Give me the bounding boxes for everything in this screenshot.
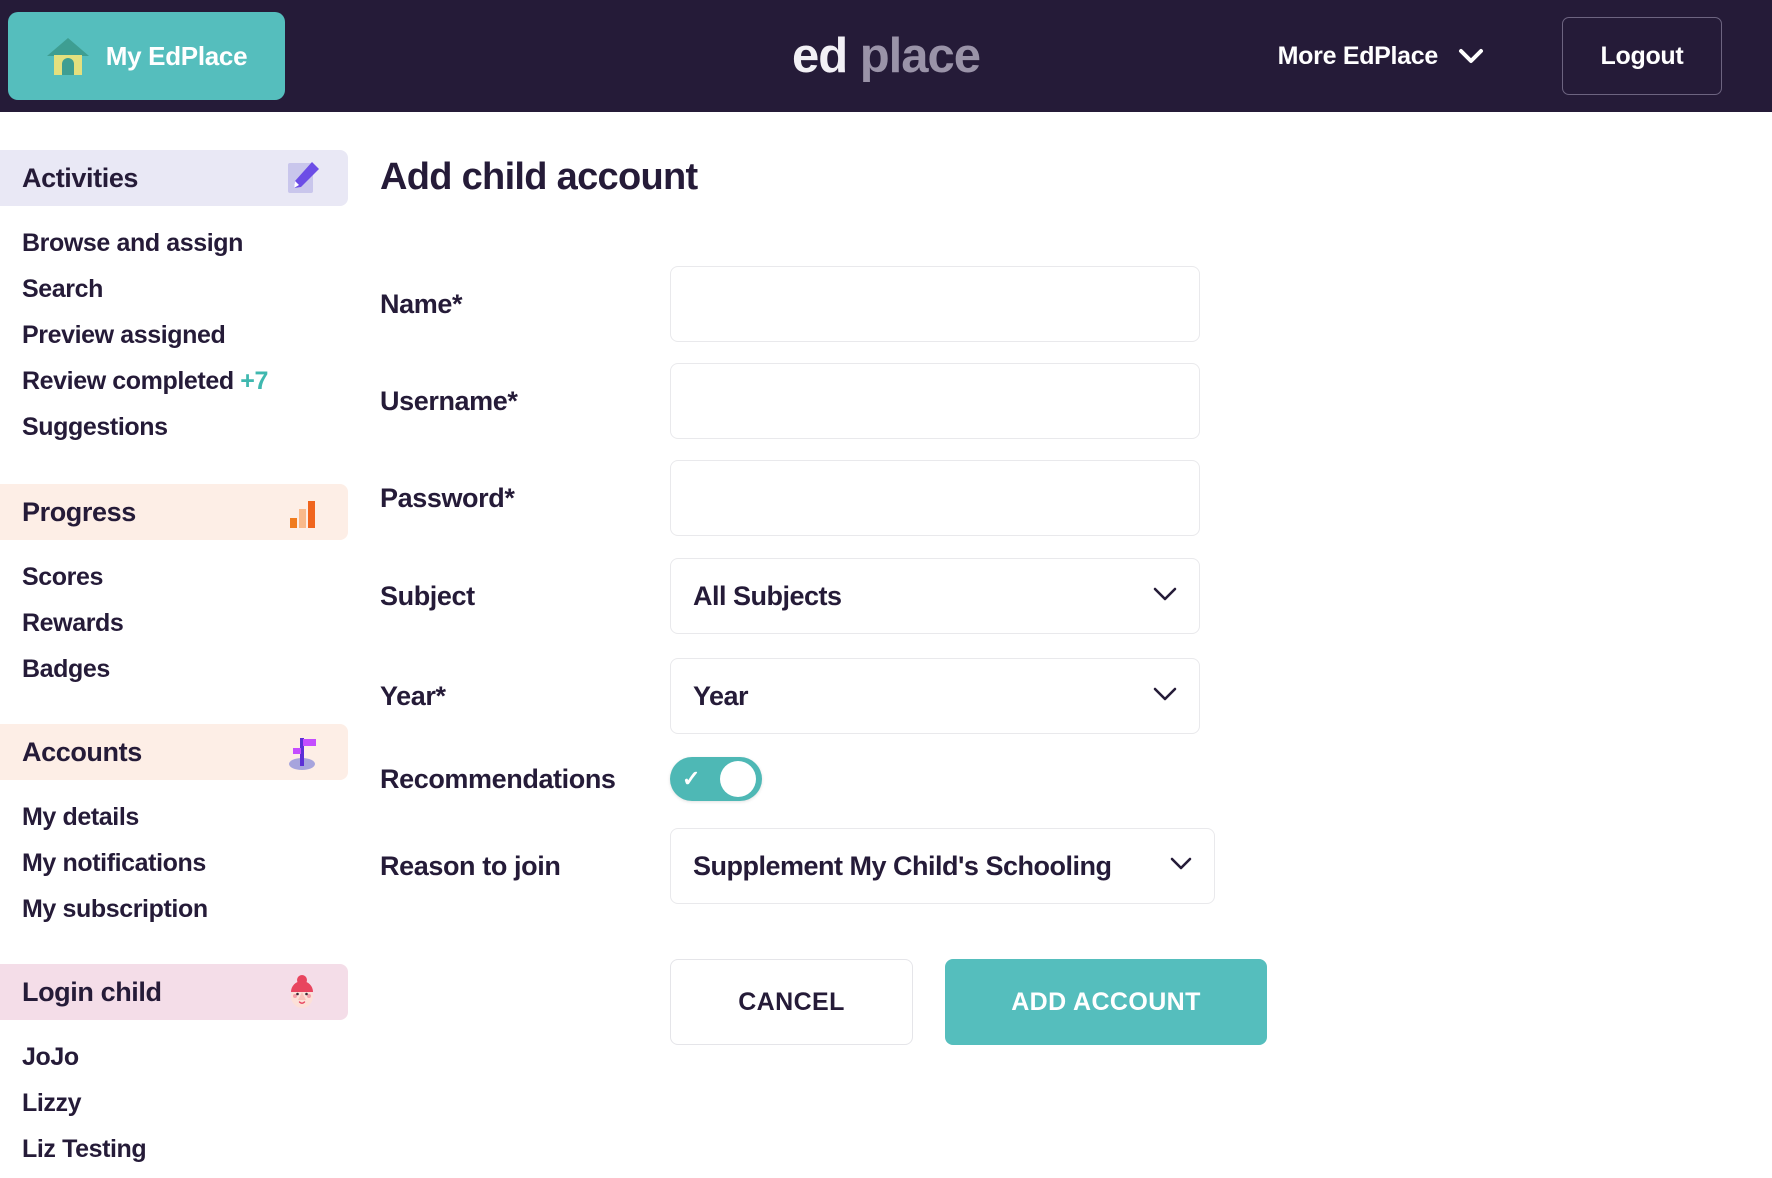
username-label: Username* (380, 385, 518, 416)
sidebar-item-label: My subscription (22, 895, 208, 923)
house-icon (46, 36, 90, 76)
sidebar-item-label: Badges (22, 655, 110, 683)
sidebar-list-activities: Browse and assign Search Preview assigne… (0, 206, 348, 450)
my-edplace-label: My EdPlace (105, 40, 248, 71)
more-edplace-menu[interactable]: More EdPlace (1278, 42, 1484, 71)
my-edplace-button[interactable]: My EdPlace (8, 12, 285, 100)
signpost-icon (282, 732, 322, 772)
subject-selected-value: All Subjects (693, 580, 842, 611)
sidebar-section-title: Accounts (22, 736, 142, 767)
child-avatar-icon (282, 972, 322, 1012)
year-label: Year* (380, 680, 446, 711)
sidebar-item-label: Review completed (22, 367, 234, 395)
sidebar-item-label: Preview assigned (22, 321, 226, 349)
page-title: Add child account (380, 156, 698, 198)
sidebar-item-rewards[interactable]: Rewards (22, 600, 348, 646)
sidebar-item-label: JoJo (22, 1043, 79, 1071)
sidebar: Activities Browse and assign Search Prev… (0, 112, 348, 1178)
password-input[interactable] (670, 460, 1200, 536)
cancel-button[interactable]: CANCEL (670, 959, 913, 1045)
main-content: Add child account Name* Username* Passwo… (348, 112, 1772, 1178)
name-label: Name* (380, 288, 463, 319)
sidebar-item-review-completed[interactable]: Review completed +7 (22, 358, 348, 404)
sidebar-section-accounts[interactable]: Accounts (0, 724, 348, 780)
logout-button[interactable]: Logout (1562, 17, 1722, 95)
recommendations-label: Recommendations (380, 763, 616, 794)
reason-select[interactable]: Supplement My Child's Schooling (670, 828, 1215, 904)
review-completed-badge: +7 (240, 367, 268, 395)
add-account-button[interactable]: ADD ACCOUNT (945, 959, 1267, 1045)
sidebar-section-login-child[interactable]: Login child (0, 964, 348, 1020)
form-actions: CANCEL ADD ACCOUNT (380, 959, 1772, 1045)
chevron-down-icon (1170, 857, 1192, 875)
bar-chart-icon (282, 492, 322, 532)
more-edplace-label: More EdPlace (1277, 41, 1439, 70)
logo-ed: ed (791, 29, 848, 83)
sidebar-item-suggestions[interactable]: Suggestions (22, 404, 348, 450)
chevron-down-icon (1153, 687, 1177, 706)
sidebar-item-label: Search (22, 275, 103, 303)
toggle-knob (720, 761, 756, 797)
sidebar-item-label: Liz Testing (22, 1135, 147, 1163)
form-row-name: Name* (380, 261, 1772, 347)
check-icon: ✓ (682, 766, 701, 791)
year-selected-value: Year (693, 680, 749, 711)
sidebar-item-badges[interactable]: Badges (22, 646, 348, 692)
sidebar-item-label: My details (22, 803, 139, 831)
edplace-logo: ed place (791, 28, 981, 84)
form-row-username: Username* (380, 358, 1772, 444)
header-right-group: More EdPlace Logout (1278, 0, 1772, 112)
username-input[interactable] (670, 363, 1200, 439)
sidebar-section-progress[interactable]: Progress (0, 484, 348, 540)
page-body: Activities Browse and assign Search Prev… (0, 112, 1772, 1178)
sidebar-item-liz-testing[interactable]: Liz Testing (22, 1126, 348, 1172)
sidebar-item-my-subscription[interactable]: My subscription (22, 886, 348, 932)
sidebar-item-my-details[interactable]: My details (22, 794, 348, 840)
sidebar-item-label: Scores (22, 563, 103, 591)
form-row-year: Year* Year (380, 653, 1772, 739)
year-select[interactable]: Year (670, 658, 1200, 734)
password-label: Password* (380, 482, 515, 513)
sidebar-section-title: Activities (22, 162, 139, 193)
sidebar-item-search[interactable]: Search (22, 266, 348, 312)
sidebar-item-scores[interactable]: Scores (22, 554, 348, 600)
subject-select[interactable]: All Subjects (670, 558, 1200, 634)
sidebar-section-activities[interactable]: Activities (0, 150, 348, 206)
recommendations-toggle[interactable]: ✓ (670, 757, 762, 801)
sidebar-item-lizzy[interactable]: Lizzy (22, 1080, 348, 1126)
sidebar-item-label: Lizzy (22, 1089, 82, 1117)
sidebar-list-accounts: My details My notifications My subscript… (0, 780, 348, 932)
sidebar-item-label: My notifications (22, 849, 206, 877)
form-row-recommendations: Recommendations ✓ (380, 755, 1772, 803)
top-header: My EdPlace ed place More EdPlace Logout (0, 0, 1772, 112)
form-row-reason-to-join: Reason to join Supplement My Child's Sch… (380, 823, 1772, 909)
sidebar-item-preview-assigned[interactable]: Preview assigned (22, 312, 348, 358)
sidebar-item-my-notifications[interactable]: My notifications (22, 840, 348, 886)
form-row-password: Password* (380, 455, 1772, 541)
sidebar-item-label: Browse and assign (22, 229, 244, 257)
sidebar-item-label: Rewards (22, 609, 124, 637)
sidebar-list-progress: Scores Rewards Badges (0, 540, 348, 692)
name-input[interactable] (670, 266, 1200, 342)
sidebar-section-title: Progress (22, 496, 136, 527)
add-child-account-form: Name* Username* Password* Subject All Su… (354, 261, 1772, 1045)
sidebar-item-browse-and-assign[interactable]: Browse and assign (22, 220, 348, 266)
pencil-note-icon (282, 158, 322, 198)
sidebar-list-login-child: JoJo Lizzy Liz Testing (0, 1020, 348, 1172)
chevron-down-icon (1153, 587, 1177, 606)
logo-place: place (859, 29, 981, 83)
sidebar-section-title: Login child (22, 976, 162, 1007)
form-row-subject: Subject All Subjects (380, 553, 1772, 639)
chevron-down-icon (1458, 42, 1484, 71)
reason-selected-value: Supplement My Child's Schooling (693, 850, 1112, 881)
subject-label: Subject (380, 580, 475, 611)
sidebar-item-jojo[interactable]: JoJo (22, 1034, 348, 1080)
reason-label: Reason to join (380, 850, 561, 881)
sidebar-item-label: Suggestions (22, 413, 168, 441)
